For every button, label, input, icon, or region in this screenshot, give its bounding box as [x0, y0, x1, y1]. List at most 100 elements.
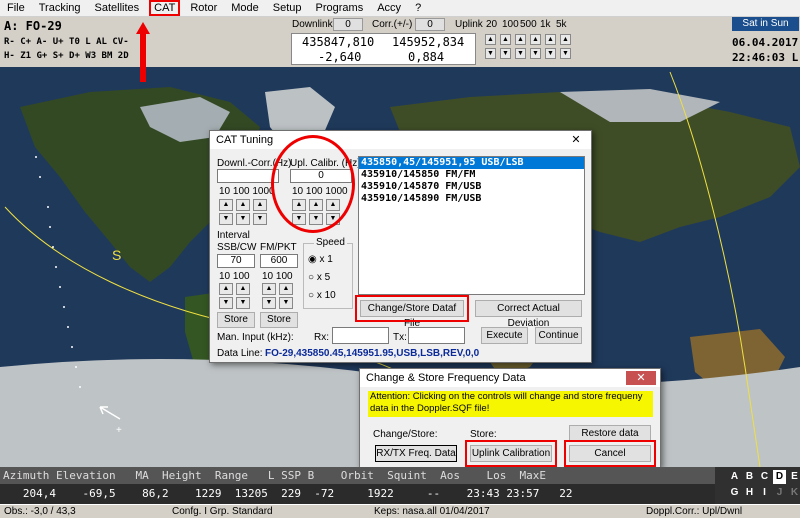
step-down-20-button[interactable]: ▼ — [485, 48, 496, 59]
ssb-down-10-button[interactable]: ▼ — [219, 297, 233, 309]
step-up-extra-button[interactable]: ▲ — [560, 34, 571, 45]
header-panel: A: FO-29 R- C+ A- U+ T0 L AL CV- H- Z1 G… — [0, 17, 800, 67]
sat-letter-k[interactable]: K — [788, 486, 800, 500]
step-down-extra-button[interactable]: ▼ — [560, 48, 571, 59]
frequency-display: 435847,810 145952,834 -2,640 0,884 — [291, 33, 476, 65]
sat-letter-i[interactable]: I — [758, 486, 771, 500]
speed-x5-option[interactable]: ○ x 5 — [308, 272, 330, 283]
sat-letter-b[interactable]: B — [743, 470, 756, 484]
step-up-5k-button[interactable]: ▲ — [545, 34, 556, 45]
doppler-status: Doppl.Corr.: Upl/Dwnl — [646, 506, 743, 517]
sat-letter-c[interactable]: C — [758, 470, 771, 484]
menu-help[interactable]: ? — [408, 2, 428, 14]
fm-store-button[interactable]: Store — [260, 312, 298, 328]
menu-rotor[interactable]: Rotor — [183, 2, 224, 14]
downl-corr-input[interactable] — [217, 169, 279, 183]
tx-label: Tx: — [393, 332, 407, 343]
menu-tracking[interactable]: Tracking — [32, 2, 88, 14]
menu-programs[interactable]: Programs — [309, 2, 371, 14]
speed-x10-option[interactable]: ○ x 10 — [308, 290, 336, 301]
freq-dialog-title: Change & Store Frequency Data — [366, 372, 526, 384]
step-up-500-button[interactable]: ▲ — [515, 34, 526, 45]
downl-down-10-button[interactable]: ▼ — [219, 213, 233, 225]
step-up-1k-button[interactable]: ▲ — [530, 34, 541, 45]
status-line-1: R- C+ A- U+ T0 L AL CV- — [4, 37, 129, 47]
list-item[interactable]: 435910/145870 FM/USB — [359, 181, 584, 193]
rx-input[interactable] — [332, 327, 389, 344]
ssb-store-button[interactable]: Store — [217, 312, 255, 328]
ssb-up-10-button[interactable]: ▲ — [219, 283, 233, 295]
time-display: 22:46:03 L — [732, 51, 799, 64]
menu-bar: File Tracking Satellites CAT Rotor Mode … — [0, 0, 800, 17]
menu-satellites[interactable]: Satellites — [88, 2, 147, 14]
sat-letter-d[interactable]: D — [773, 470, 786, 484]
obs-status: Obs.: -3,0 / 43,3 — [4, 506, 76, 517]
step-down-1k-button[interactable]: ▼ — [530, 48, 541, 59]
step-up-20-button[interactable]: ▲ — [485, 34, 496, 45]
step-down-100-button[interactable]: ▼ — [500, 48, 511, 59]
execute-button[interactable]: Execute — [481, 327, 528, 344]
data-values-row: 204,4 -69,5 86,2 1229 13205 229 -72 1922… — [0, 484, 715, 504]
speed-x1-option[interactable]: ◉ x 1 — [308, 254, 333, 265]
tracking-data-bar: Azimuth Elevation MA Height Range L SSP … — [0, 467, 800, 504]
uplink-label: Uplink — [455, 19, 483, 30]
freq-dialog-close-button[interactable]: ✕ — [626, 371, 656, 385]
freq-down: 435847,810 — [302, 35, 375, 49]
fm-down-100-button[interactable]: ▼ — [279, 297, 293, 309]
step-up-100-button[interactable]: ▲ — [500, 34, 511, 45]
red-arrow-annotation — [136, 22, 150, 82]
fm-down-10-button[interactable]: ▼ — [262, 297, 276, 309]
cat-tuning-window: CAT Tuning ✕ Downl.-Corr.(Hz) 10 100 100… — [209, 130, 592, 363]
ssb-interval-input[interactable]: 70 — [217, 254, 255, 268]
downl-up-10-button[interactable]: ▲ — [219, 199, 233, 211]
tx-input[interactable] — [408, 327, 465, 344]
fm-up-100-button[interactable]: ▲ — [279, 283, 293, 295]
ssb-cw-label: SSB/CW — [217, 242, 257, 253]
sat-letter-g[interactable]: G — [728, 486, 741, 500]
list-item[interactable]: 435850,45/145951,95 USB/LSB — [359, 157, 584, 169]
downl-up-1000-button[interactable]: ▲ — [253, 199, 267, 211]
man-input-label: Man. Input (kHz): — [217, 332, 294, 343]
speed-label: Speed — [314, 237, 347, 248]
downl-up-100-button[interactable]: ▲ — [236, 199, 250, 211]
menu-mode[interactable]: Mode — [224, 2, 266, 14]
correct-deviation-button[interactable]: Correct Actual Deviation — [475, 300, 582, 329]
rx-tx-freq-button[interactable]: RX/TX Freq. Data — [375, 445, 457, 462]
downl-down-100-button[interactable]: ▼ — [236, 213, 250, 225]
doppler-up: 0,884 — [408, 50, 445, 64]
sat-letter-h[interactable]: H — [743, 486, 756, 500]
red-rect-annotation — [355, 295, 469, 322]
data-line-label: Data Line: — [217, 348, 263, 359]
fm-interval-input[interactable]: 600 — [260, 254, 298, 268]
red-rect-annotation — [465, 440, 557, 467]
cat-tuning-titlebar: CAT Tuning ✕ — [210, 131, 591, 149]
doppler-down: -2,640 — [318, 50, 362, 64]
sat-letter-j[interactable]: J — [773, 486, 786, 500]
downl-down-1000-button[interactable]: ▼ — [253, 213, 267, 225]
step-100: 100 — [502, 19, 519, 30]
menu-accy[interactable]: Accy — [370, 2, 408, 14]
fm-up-10-button[interactable]: ▲ — [262, 283, 276, 295]
menu-file[interactable]: File — [0, 2, 32, 14]
menu-setup[interactable]: Setup — [266, 2, 309, 14]
ssb-up-100-button[interactable]: ▲ — [236, 283, 250, 295]
config-status: Confg. I Grp. Standard — [172, 506, 273, 517]
downl-step-labels: 10 100 1000 — [219, 186, 275, 197]
menu-cat[interactable]: CAT — [149, 0, 181, 16]
change-store-label: Change/Store: — [373, 429, 438, 440]
step-down-500-button[interactable]: ▼ — [515, 48, 526, 59]
sat-letter-e[interactable]: E — [788, 470, 800, 484]
ssb-down-100-button[interactable]: ▼ — [236, 297, 250, 309]
cat-tuning-title: CAT Tuning — [216, 134, 274, 146]
rx-label: Rx: — [314, 332, 329, 343]
sat-letter-a[interactable]: A — [728, 470, 741, 484]
satellite-name: A: FO-29 — [4, 19, 62, 33]
interval-label: Interval — [217, 230, 250, 241]
list-item[interactable]: 435910/145850 FM/FM — [359, 169, 584, 181]
step-down-5k-button[interactable]: ▼ — [545, 48, 556, 59]
cat-tuning-close-button[interactable]: ✕ — [565, 133, 587, 147]
frequency-list[interactable]: 435850,45/145951,95 USB/LSB 435910/14585… — [358, 156, 585, 295]
map-marker-s: S — [112, 247, 121, 263]
list-item[interactable]: 435910/145890 FM/USB — [359, 193, 584, 205]
continue-button[interactable]: Continue — [535, 327, 582, 344]
